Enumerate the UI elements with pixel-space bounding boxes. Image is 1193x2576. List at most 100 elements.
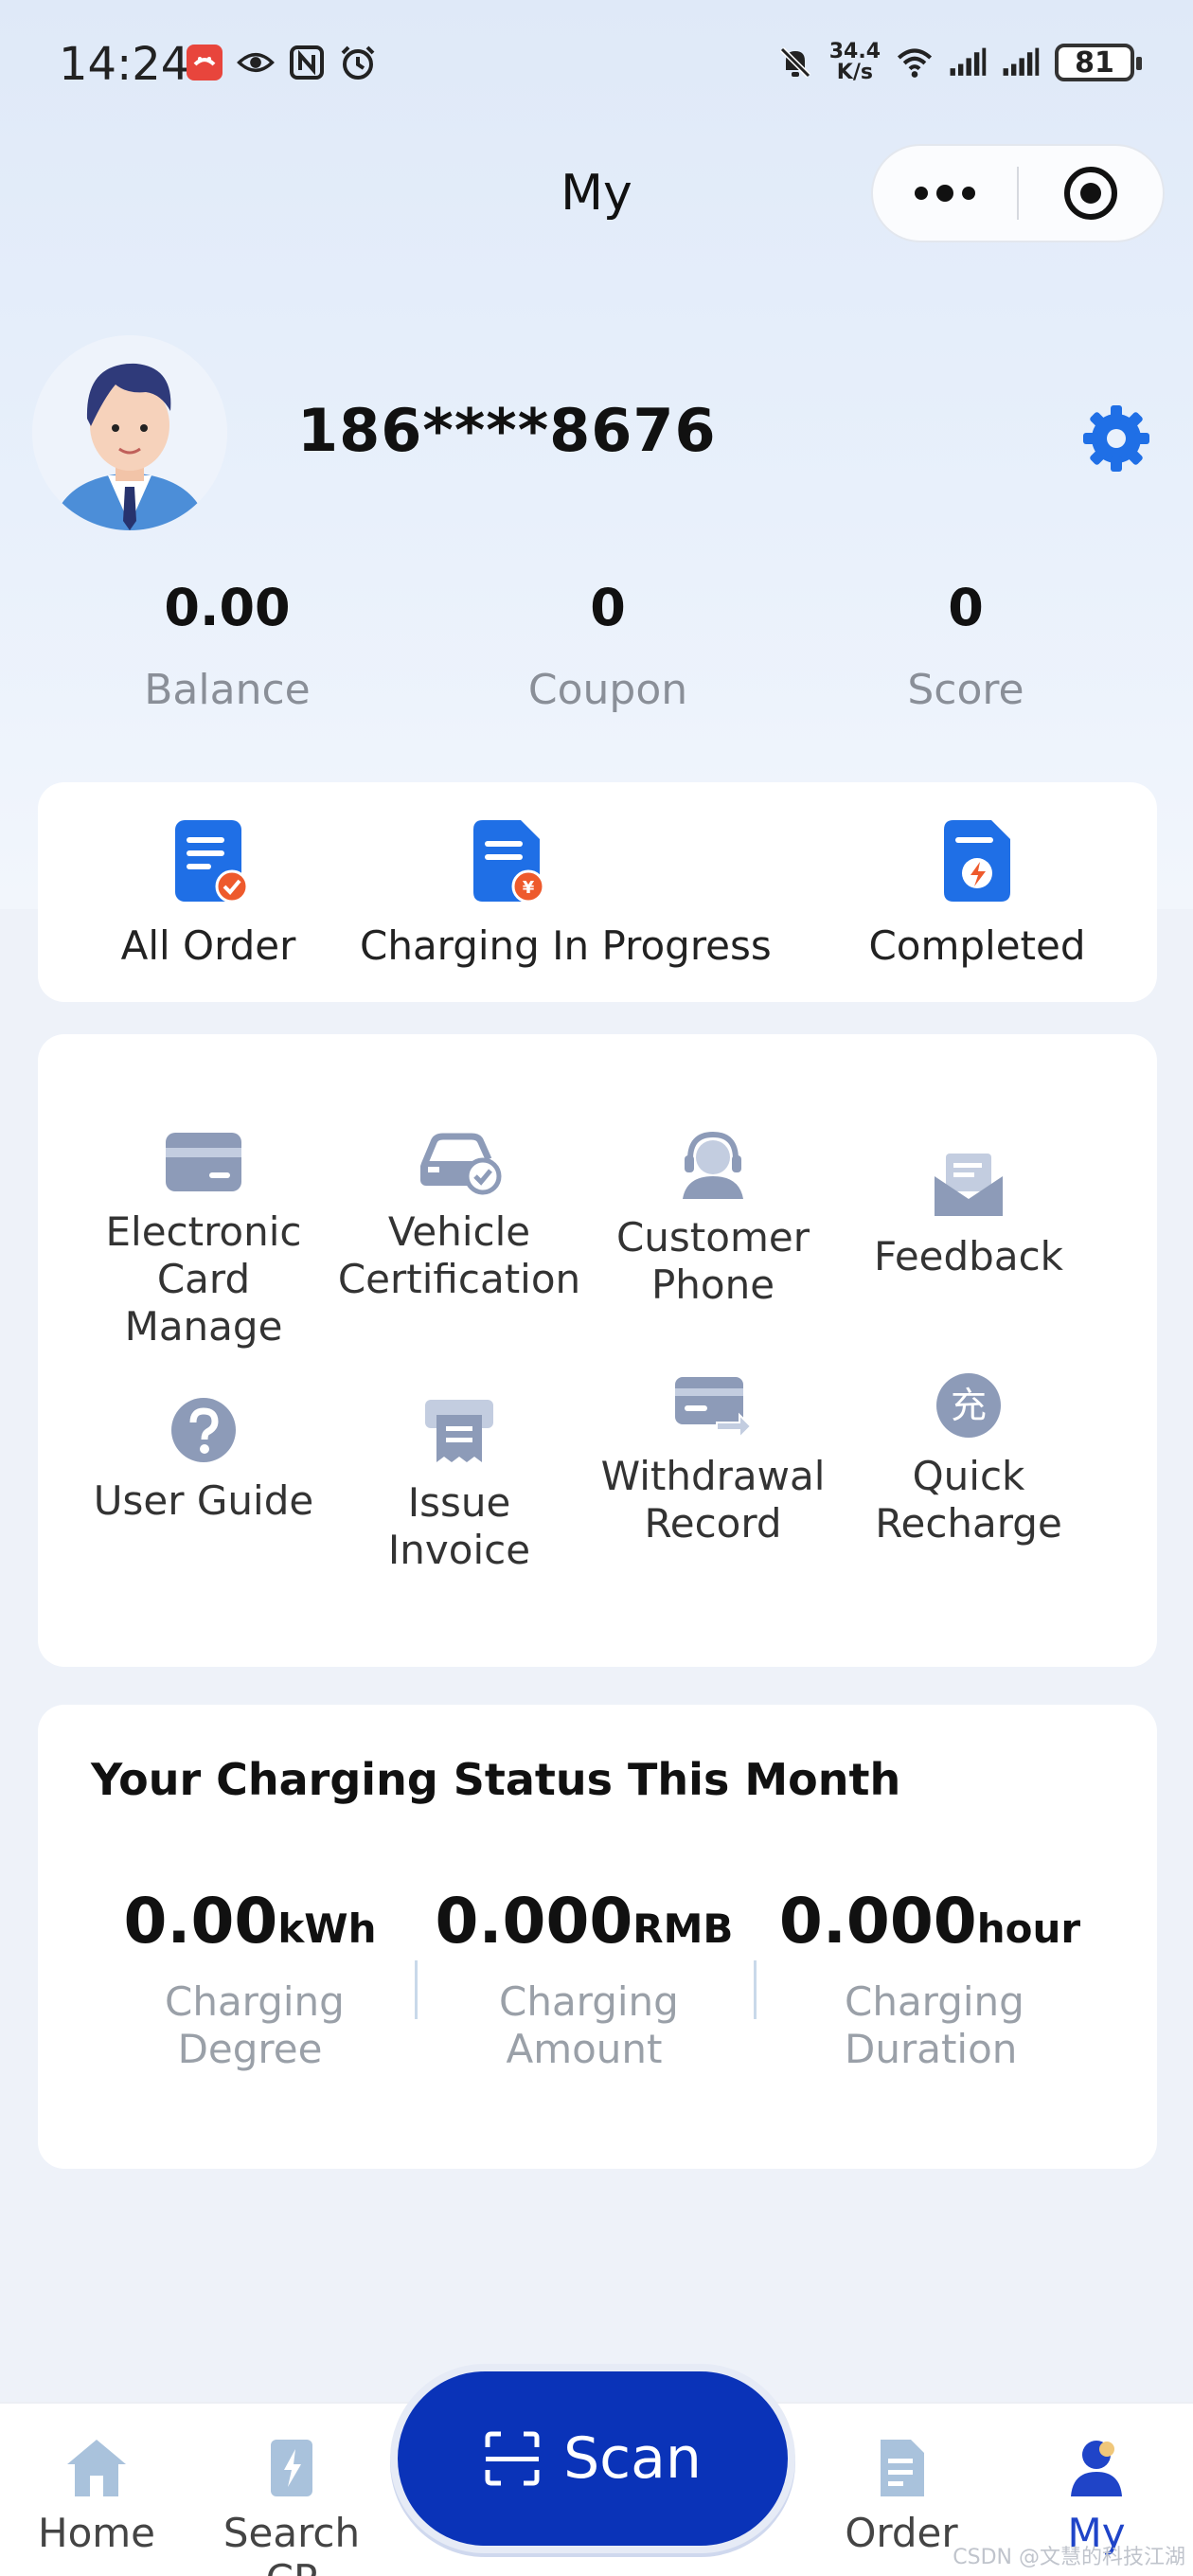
metric-divider bbox=[754, 1960, 757, 2019]
eye-icon bbox=[237, 44, 275, 81]
signal-icon bbox=[949, 44, 987, 81]
alarm-icon bbox=[339, 44, 377, 81]
metric-charging-amount: 0.000RMB Charging Amount bbox=[423, 1885, 745, 2073]
tab-my[interactable]: My bbox=[1002, 2436, 1191, 2556]
charging-in-progress-label: Charging In Progress bbox=[360, 922, 772, 969]
stat-coupon-value: 0 bbox=[590, 578, 626, 637]
stat-coupon[interactable]: 0 Coupon bbox=[466, 578, 750, 714]
order-doc-icon bbox=[881, 2440, 924, 2496]
tab-search-cp-label: Search CP bbox=[223, 2510, 361, 2576]
customer-phone-button[interactable]: Customer Phone bbox=[585, 1129, 841, 1309]
metric-amount-label: Charging Amount bbox=[499, 1978, 679, 2072]
issue-invoice-button[interactable]: Issue Invoice bbox=[331, 1396, 587, 1574]
tab-home-label: Home bbox=[37, 2510, 156, 2556]
charging-status-title: Your Charging Status This Month bbox=[91, 1754, 901, 1805]
stat-score-label: Score bbox=[907, 666, 1024, 714]
user-avatar-icon bbox=[32, 335, 227, 530]
metric-amount-unit: RMB bbox=[632, 1905, 734, 1952]
metric-amount-value-row: 0.000RMB bbox=[423, 1885, 745, 1958]
metric-duration-unit: hour bbox=[976, 1905, 1081, 1952]
svg-text:¥: ¥ bbox=[523, 878, 535, 898]
headset-icon bbox=[683, 1131, 743, 1199]
metric-degree-value: 0.00 bbox=[123, 1885, 278, 1958]
feedback-label: Feedback bbox=[873, 1233, 1063, 1279]
metric-duration-value-row: 0.000hour bbox=[769, 1885, 1091, 1958]
metric-charging-degree: 0.00kWh Charging Degree bbox=[89, 1885, 411, 2073]
user-tab-icon bbox=[1071, 2441, 1122, 2496]
completed-order-icon bbox=[944, 820, 1010, 902]
quick-recharge-label: Quick Recharge bbox=[875, 1453, 1062, 1547]
withdraw-card-icon bbox=[675, 1377, 753, 1440]
scan-label: Scan bbox=[563, 2425, 702, 2492]
target-close-icon bbox=[1064, 167, 1117, 220]
network-speed-unit: K/s bbox=[836, 61, 873, 84]
order-shortcuts-card: All Order ¥ Charging In Progress Complet… bbox=[38, 782, 1157, 1002]
metric-degree-unit: kWh bbox=[277, 1905, 377, 1952]
status-right-icons: 34.4 K/s 81 bbox=[776, 42, 1142, 83]
status-bar: 14:24 34.4 K/s 81 bbox=[0, 0, 1193, 137]
network-speed: 34.4 K/s bbox=[829, 42, 881, 83]
charging-in-progress-button[interactable]: ¥ Charging In Progress bbox=[360, 816, 772, 969]
network-speed-value: 34.4 bbox=[828, 40, 881, 63]
settings-button[interactable] bbox=[1079, 402, 1153, 475]
recharge-icon: 充 bbox=[936, 1373, 1001, 1438]
avatar[interactable] bbox=[32, 335, 227, 530]
all-order-button[interactable]: All Order bbox=[104, 816, 312, 969]
withdrawal-record-button[interactable]: Withdrawal Record bbox=[585, 1371, 841, 1547]
battery-indicator: 81 bbox=[1055, 44, 1142, 81]
card-icon bbox=[166, 1133, 241, 1191]
metric-degree-value-row: 0.00kWh bbox=[89, 1885, 411, 1958]
vehicle-certification-label: Vehicle Certification bbox=[337, 1208, 581, 1302]
electronic-card-manage-label: Electronic Card Manage bbox=[105, 1208, 302, 1350]
feedback-button[interactable]: Feedback bbox=[841, 1152, 1096, 1280]
user-phone: 186****8676 bbox=[297, 396, 717, 465]
metric-divider bbox=[415, 1960, 418, 2019]
gear-icon bbox=[1083, 405, 1149, 472]
metric-charging-duration: 0.000hour Charging Duration bbox=[769, 1885, 1091, 2073]
stat-balance-value: 0.00 bbox=[164, 578, 291, 637]
metric-amount-value: 0.000 bbox=[435, 1885, 633, 1958]
close-miniapp-button[interactable] bbox=[1019, 146, 1163, 241]
scan-button[interactable]: Scan bbox=[390, 2364, 795, 2553]
tab-order[interactable]: Order bbox=[807, 2436, 996, 2556]
tab-home[interactable]: Home bbox=[2, 2436, 191, 2556]
home-icon bbox=[67, 2440, 126, 2496]
stat-score-value: 0 bbox=[948, 578, 984, 637]
question-icon bbox=[171, 1398, 236, 1462]
completed-order-button[interactable]: Completed bbox=[854, 816, 1100, 969]
envelope-icon bbox=[935, 1154, 1003, 1216]
customer-phone-label: Customer Phone bbox=[615, 1214, 810, 1308]
app-notification-icon bbox=[186, 44, 223, 81]
all-order-icon bbox=[175, 820, 249, 903]
stat-score[interactable]: 0 Score bbox=[824, 578, 1108, 714]
quick-recharge-button[interactable]: 充 Quick Recharge bbox=[841, 1371, 1096, 1547]
miniapp-capsule bbox=[871, 144, 1165, 242]
watermark: CSDN @文慧的科技江湖 bbox=[953, 2546, 1185, 2569]
vehicle-icon bbox=[420, 1133, 502, 1195]
mute-bell-icon bbox=[776, 44, 814, 81]
recharge-glyph: 充 bbox=[951, 1385, 987, 1426]
tab-search-cp[interactable]: Search CP bbox=[197, 2436, 386, 2576]
all-order-label: All Order bbox=[120, 922, 296, 969]
electronic-card-manage-button[interactable]: Electronic Card Manage bbox=[76, 1129, 331, 1351]
status-time: 14:24 bbox=[59, 38, 190, 91]
vehicle-certification-button[interactable]: Vehicle Certification bbox=[331, 1129, 587, 1303]
nfc-icon bbox=[288, 44, 326, 81]
charging-order-icon: ¥ bbox=[473, 820, 545, 903]
stat-coupon-label: Coupon bbox=[527, 666, 688, 714]
metric-duration-label: Charging Duration bbox=[845, 1978, 1024, 2072]
metric-duration-value: 0.000 bbox=[778, 1885, 977, 1958]
stat-balance[interactable]: 0.00 Balance bbox=[85, 578, 369, 714]
user-guide-label: User Guide bbox=[93, 1477, 314, 1524]
user-guide-button[interactable]: User Guide bbox=[76, 1396, 331, 1525]
stat-balance-label: Balance bbox=[144, 666, 311, 714]
issue-invoice-label: Issue Invoice bbox=[387, 1479, 531, 1573]
more-dots-icon bbox=[915, 185, 975, 202]
status-left-icons bbox=[186, 44, 377, 81]
metric-degree-label: Charging Degree bbox=[165, 1978, 345, 2072]
charging-pile-icon bbox=[271, 2440, 312, 2496]
more-button[interactable] bbox=[873, 146, 1017, 241]
charging-status-card: Your Charging Status This Month 0.00kWh … bbox=[38, 1705, 1157, 2169]
withdrawal-record-label: Withdrawal Record bbox=[600, 1453, 826, 1547]
signal-icon-2 bbox=[1002, 44, 1040, 81]
